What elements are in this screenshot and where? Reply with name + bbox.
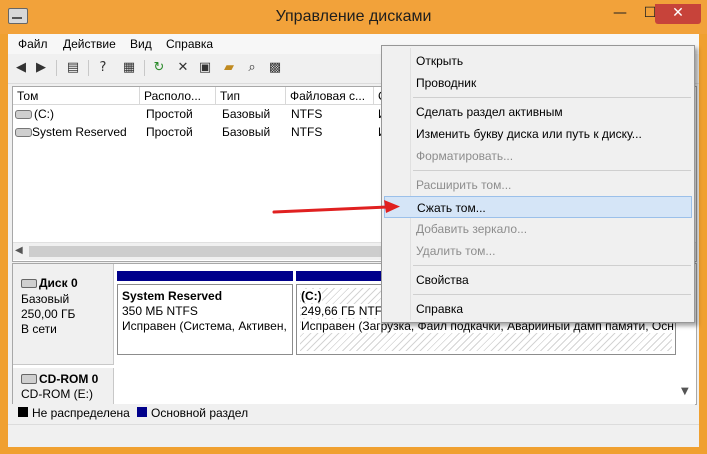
menu-item-shrink-volume[interactable]: Сжать том...: [384, 196, 692, 218]
volume-type: Базовый: [222, 107, 271, 121]
search-icon[interactable]: ⌕: [243, 59, 261, 77]
volume-layout: Простой: [146, 107, 193, 121]
menu-view[interactable]: Вид: [130, 37, 152, 51]
legend-primary: Основной раздел: [151, 406, 249, 420]
partition-system-reserved[interactable]: System Reserved 350 МБ NTFS Исправен (Си…: [117, 284, 293, 355]
scroll-thumb[interactable]: [29, 246, 389, 257]
scroll-left-icon[interactable]: ◀: [15, 245, 23, 256]
menu-separator: [413, 97, 691, 98]
disk-type: Базовый: [21, 292, 70, 306]
column-header-type[interactable]: Тип: [216, 87, 286, 105]
disk-management-window: Управление дисками — ☐ ✕ Файл Действие В…: [0, 0, 707, 454]
cdrom-name: CD-ROM 0: [39, 372, 99, 386]
menu-item-format[interactable]: Форматировать...: [384, 145, 692, 167]
context-menu: Открыть Проводник Сделать раздел активны…: [381, 45, 695, 323]
partition-name: (C:): [301, 289, 322, 303]
legend: Не распределена Основной раздел: [12, 404, 695, 422]
column-header-volume[interactable]: Том: [13, 87, 140, 105]
menu-separator: [413, 294, 691, 295]
menu-item-open[interactable]: Открыть: [384, 50, 692, 72]
volume-icon: [15, 128, 32, 137]
menu-file[interactable]: Файл: [18, 37, 48, 51]
new-icon[interactable]: ▣: [196, 59, 214, 77]
column-header-filesystem[interactable]: Файловая с...: [286, 87, 374, 105]
partition-status: Исправен (Система, Активен,: [122, 319, 287, 333]
console-tree-icon[interactable]: ▤: [64, 59, 82, 77]
window-title: Управление дисками: [275, 8, 432, 25]
volume-name: System Reserved: [32, 125, 127, 139]
annotation-arrow-icon: [272, 200, 400, 214]
disk-size: 250,00 ГБ: [21, 307, 76, 321]
legend-swatch-primary: [137, 407, 147, 417]
partition-name: System Reserved: [122, 289, 223, 303]
volume-layout: Простой: [146, 125, 193, 139]
menu-item-delete-volume[interactable]: Удалить том...: [384, 240, 692, 262]
toolbar-separator: [56, 60, 57, 76]
export-icon[interactable]: ▩: [266, 59, 284, 77]
toolbar-separator: [144, 60, 145, 76]
partition-size: 249,66 ГБ NTFS: [301, 304, 391, 318]
disk-state: В сети: [21, 322, 57, 336]
menu-item-extend-volume[interactable]: Расширить том...: [384, 174, 692, 196]
properties-icon[interactable]: ▦: [120, 59, 138, 77]
menu-item-help[interactable]: Справка: [384, 298, 692, 320]
title-bar[interactable]: Управление дисками — ☐ ✕: [0, 0, 707, 34]
legend-swatch-unallocated: [18, 407, 28, 417]
menu-item-explorer[interactable]: Проводник: [384, 72, 692, 94]
menu-separator: [413, 170, 691, 171]
refresh-icon[interactable]: ↻: [150, 59, 168, 77]
volume-filesystem: NTFS: [291, 107, 323, 121]
disk-icon: [21, 279, 37, 288]
menu-item-add-mirror[interactable]: Добавить зеркало...: [384, 218, 692, 240]
help-icon[interactable]: ?: [94, 59, 112, 77]
menu-action[interactable]: Действие: [63, 37, 116, 51]
cdrom-0-label[interactable]: CD-ROM 0 CD-ROM (E:): [13, 368, 114, 404]
legend-unallocated: Не распределена: [32, 406, 130, 420]
status-bar: [8, 424, 699, 447]
menu-item-mark-active[interactable]: Сделать раздел активным: [384, 101, 692, 123]
delete-icon[interactable]: ✕: [174, 59, 192, 77]
disk-0-label[interactable]: Диск 0 Базовый 250,00 ГБ В сети: [13, 264, 114, 365]
menu-help[interactable]: Справка: [166, 37, 213, 51]
minimize-button[interactable]: —: [605, 4, 635, 24]
volume-filesystem: NTFS: [291, 125, 323, 139]
disk-name: Диск 0: [39, 276, 78, 290]
open-folder-icon[interactable]: ▰: [220, 59, 238, 77]
volume-name: (C:): [34, 107, 54, 121]
back-arrow-icon[interactable]: ◀: [12, 59, 30, 77]
close-button[interactable]: ✕: [655, 4, 701, 24]
partition-size: 350 МБ NTFS: [122, 304, 198, 318]
menu-item-properties[interactable]: Свойства: [384, 269, 692, 291]
column-header-layout[interactable]: Располо...: [140, 87, 216, 105]
partition-header-bar: [117, 271, 293, 281]
volume-type: Базовый: [222, 125, 271, 139]
menu-separator: [413, 265, 691, 266]
cdrom-icon: [21, 374, 37, 384]
scroll-down-icon[interactable]: ▼: [681, 386, 689, 397]
toolbar-separator: [88, 60, 89, 76]
forward-arrow-icon[interactable]: ▶: [32, 59, 50, 77]
cdrom-type: CD-ROM (E:): [21, 387, 93, 401]
volume-icon: [15, 110, 32, 119]
menu-item-change-drive-letter[interactable]: Изменить букву диска или путь к диску...: [384, 123, 692, 145]
